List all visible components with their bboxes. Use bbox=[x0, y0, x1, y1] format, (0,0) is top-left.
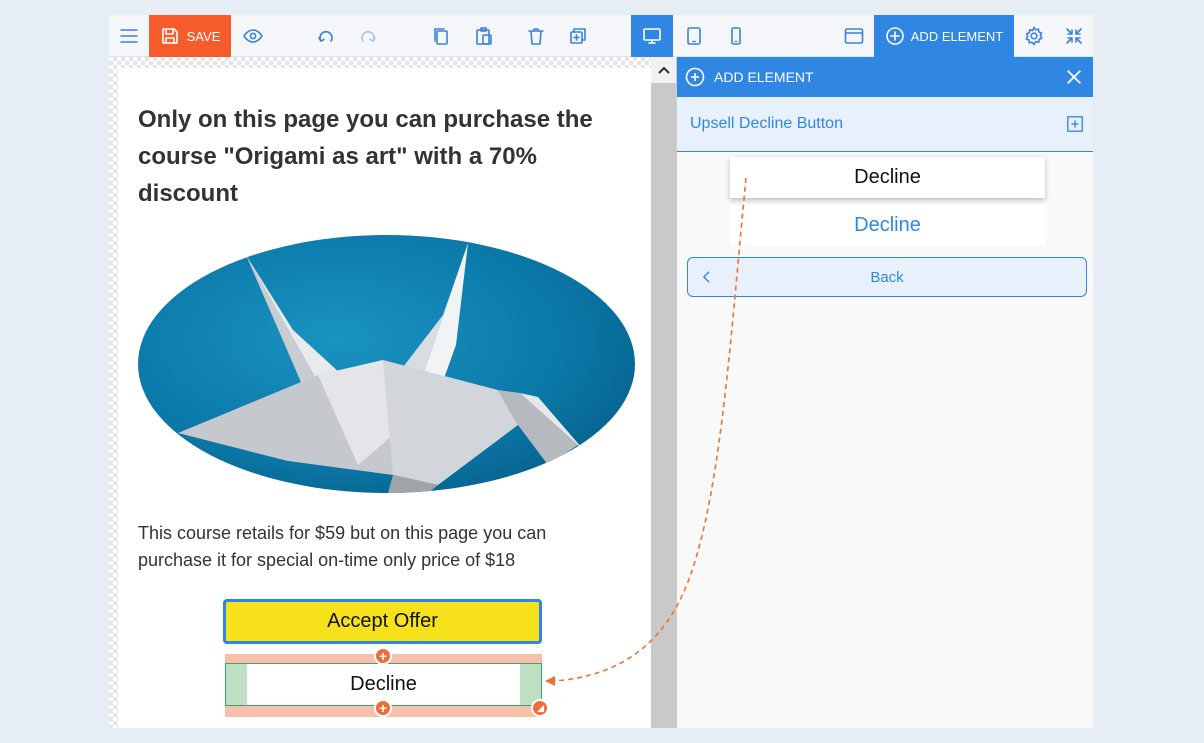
resize-handle[interactable] bbox=[531, 699, 549, 717]
page-content: Only on this page you can purchase the c… bbox=[118, 68, 651, 728]
editor-canvas: Only on this page you can purchase the c… bbox=[109, 57, 651, 728]
mobile-icon bbox=[731, 27, 741, 45]
close-icon[interactable] bbox=[1065, 68, 1083, 86]
mobile-view-button[interactable] bbox=[715, 15, 757, 57]
decline-option-link[interactable]: Decline bbox=[730, 205, 1045, 246]
editor-app: SAVE ADD ELEMENT Only on this page you c… bbox=[109, 15, 1093, 728]
page-settings-button[interactable] bbox=[833, 15, 875, 57]
trash-icon bbox=[528, 28, 544, 45]
page-headline[interactable]: Only on this page you can purchase the c… bbox=[138, 101, 618, 212]
add-below-handle[interactable]: + bbox=[374, 699, 392, 717]
save-icon bbox=[161, 28, 178, 44]
section-header[interactable]: Upsell Decline Button bbox=[677, 97, 1093, 152]
collapse-button[interactable] bbox=[1055, 15, 1093, 57]
save-button[interactable]: SAVE bbox=[149, 15, 231, 57]
origami-crane-image[interactable] bbox=[138, 235, 635, 493]
add-element-button[interactable]: ADD ELEMENT bbox=[874, 15, 1014, 57]
desktop-view-button[interactable] bbox=[631, 15, 673, 57]
gear-icon bbox=[1025, 26, 1043, 46]
collapse-icon bbox=[1066, 28, 1082, 44]
resize-icon bbox=[536, 704, 544, 712]
undo-icon bbox=[318, 30, 333, 42]
chevron-left-icon bbox=[702, 271, 710, 283]
desktop-icon bbox=[643, 28, 661, 44]
canvas-scrollbar[interactable] bbox=[651, 57, 676, 728]
left-padding-indicator bbox=[226, 664, 247, 705]
menu-button[interactable] bbox=[109, 15, 149, 57]
settings-button[interactable] bbox=[1014, 15, 1054, 57]
tablet-icon bbox=[687, 27, 701, 45]
eye-icon bbox=[243, 29, 263, 43]
add-above-handle[interactable]: + bbox=[374, 647, 392, 665]
redo-button[interactable] bbox=[349, 15, 387, 57]
scroll-up-button[interactable] bbox=[651, 57, 676, 83]
panel-title: ADD ELEMENT bbox=[714, 69, 814, 85]
save-label: SAVE bbox=[186, 28, 221, 44]
plus-icon: + bbox=[378, 700, 388, 716]
tablet-view-button[interactable] bbox=[673, 15, 715, 57]
duplicate-icon bbox=[570, 28, 586, 44]
origami-crane-illustration bbox=[178, 243, 588, 493]
add-element-label: ADD ELEMENT bbox=[910, 28, 1004, 44]
delete-button[interactable] bbox=[517, 15, 555, 57]
paste-button[interactable] bbox=[465, 15, 503, 57]
panel-header: ADD ELEMENT bbox=[677, 57, 1093, 97]
undo-button[interactable] bbox=[307, 15, 345, 57]
accept-offer-button[interactable]: Accept Offer bbox=[223, 599, 542, 644]
duplicate-button[interactable] bbox=[559, 15, 597, 57]
copy-button[interactable] bbox=[422, 15, 460, 57]
plus-circle-icon bbox=[685, 67, 705, 87]
back-label: Back bbox=[870, 268, 904, 286]
paste-icon bbox=[476, 27, 492, 45]
preview-button[interactable] bbox=[233, 15, 273, 57]
section-title: Upsell Decline Button bbox=[690, 115, 843, 132]
plus-circle-icon bbox=[885, 27, 904, 45]
plus-icon: + bbox=[378, 648, 388, 664]
add-element-panel: ADD ELEMENT Upsell Decline Button Declin… bbox=[677, 57, 1093, 728]
hamburger-icon bbox=[120, 29, 138, 43]
toolbar: SAVE ADD ELEMENT bbox=[109, 15, 1093, 57]
browser-window-icon bbox=[844, 28, 864, 44]
back-button[interactable]: Back bbox=[687, 257, 1087, 297]
chevron-up-icon bbox=[657, 66, 670, 74]
retail-price-text[interactable]: This course retails for $59 but on this … bbox=[138, 520, 618, 574]
redo-icon bbox=[361, 30, 376, 42]
decline-option-shadow[interactable]: Decline bbox=[730, 157, 1045, 198]
copy-icon bbox=[434, 28, 448, 45]
expand-square-icon[interactable] bbox=[1066, 115, 1084, 133]
